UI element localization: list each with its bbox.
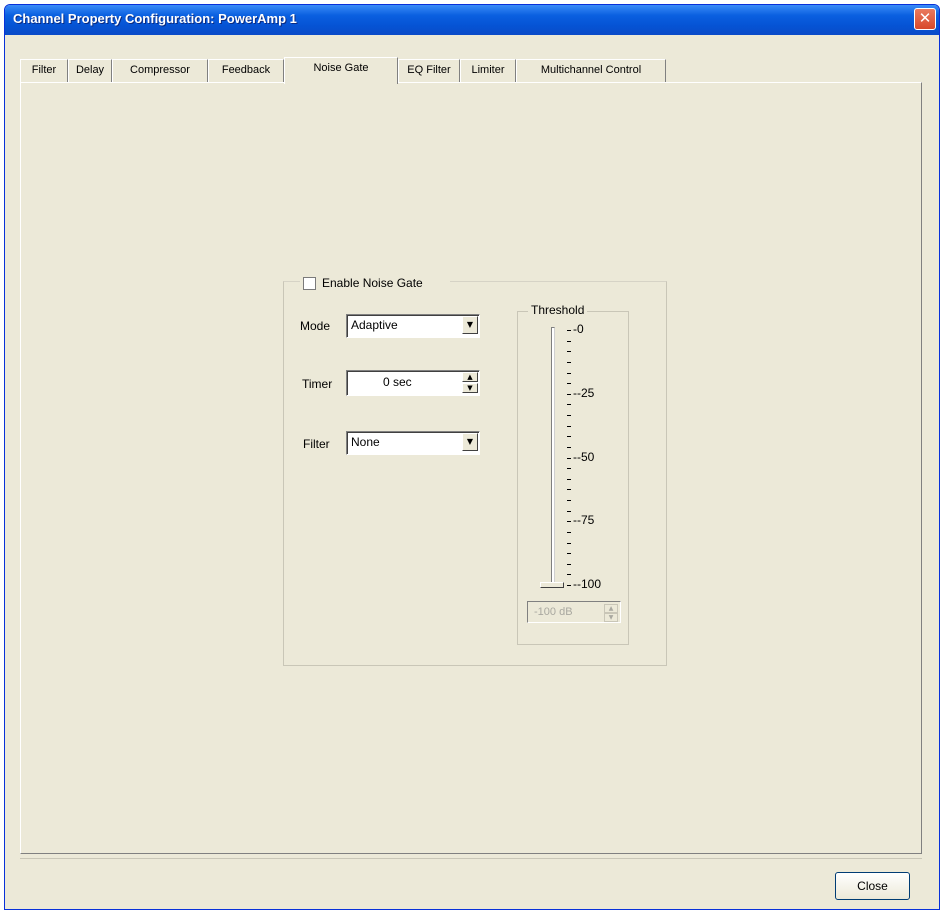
scale-tick	[567, 383, 571, 384]
scale-tick	[567, 404, 571, 405]
threshold-title: Threshold	[528, 303, 588, 317]
tab-label: Feedback	[221, 64, 271, 76]
scale-label: --50	[573, 450, 595, 464]
window-title: Channel Property Configuration: PowerAmp…	[13, 11, 297, 26]
scale-tick	[567, 362, 571, 363]
scale-tick	[567, 458, 571, 459]
title-bar[interactable]: Channel Property Configuration: PowerAmp…	[5, 5, 939, 35]
scale-tick	[567, 415, 571, 416]
dropdown-arrow-icon[interactable]: ▼	[462, 316, 478, 334]
window-close-icon[interactable]: ✕	[914, 8, 936, 30]
tab-delay[interactable]: Delay	[68, 59, 112, 83]
scale-tick	[567, 574, 571, 575]
close-button[interactable]: Close	[835, 872, 910, 900]
timer-label: Timer	[302, 377, 333, 391]
tab-label: Compressor	[130, 64, 190, 76]
threshold-value-field: -100 dB ▲ ▼	[527, 601, 621, 623]
scale-tick	[567, 426, 571, 427]
scale-tick	[567, 521, 571, 522]
scale-label: --100	[573, 577, 602, 591]
mode-dropdown[interactable]: Adaptive ▼	[346, 314, 480, 338]
scale-tick	[567, 564, 571, 565]
tab-label: Delay	[75, 64, 105, 76]
enable-noise-gate-checkbox[interactable]	[303, 277, 316, 290]
tab-eq-filter[interactable]: EQ Filter	[398, 59, 460, 83]
timer-value: 0 sec	[383, 375, 412, 389]
scale-tick	[567, 341, 571, 342]
scale-tick	[567, 447, 571, 448]
scale-tick	[567, 511, 571, 512]
dropdown-arrow-icon[interactable]: ▼	[462, 433, 478, 451]
tab-compressor[interactable]: Compressor	[112, 59, 208, 83]
tab-label: Filter	[31, 64, 57, 76]
spin-up-icon[interactable]: ▲	[462, 372, 478, 382]
spin-up-icon: ▲	[604, 604, 618, 613]
tab-limiter[interactable]: Limiter	[460, 59, 516, 83]
bottom-divider	[20, 858, 922, 859]
scale-tick	[567, 585, 571, 586]
spin-down-icon: ▼	[604, 613, 618, 622]
scale-tick	[567, 553, 571, 554]
tab-multichannel-control[interactable]: Multichannel Control	[516, 59, 666, 83]
tab-feedback[interactable]: Feedback	[208, 59, 284, 83]
scale-tick	[567, 532, 571, 533]
threshold-value: -100 dB	[534, 606, 573, 618]
threshold-slider-thumb[interactable]	[540, 582, 564, 588]
scale-tick	[567, 373, 571, 374]
scale-tick	[567, 489, 571, 490]
tab-label: Limiter	[471, 64, 505, 76]
scale-label: -0	[573, 322, 584, 336]
scale-tick	[567, 394, 571, 395]
tab-noise-gate[interactable]: Noise Gate	[284, 57, 398, 84]
filter-value: None	[351, 435, 380, 449]
filter-dropdown[interactable]: None ▼	[346, 431, 480, 455]
scale-tick	[567, 543, 571, 544]
mode-label: Mode	[300, 319, 331, 333]
scale-tick	[567, 468, 571, 469]
threshold-slider-track[interactable]	[551, 327, 555, 588]
spin-down-icon[interactable]: ▼	[462, 383, 478, 393]
scale-tick	[567, 436, 571, 437]
scale-tick	[567, 351, 571, 352]
tab-filter[interactable]: Filter	[20, 59, 68, 83]
filter-label: Filter	[303, 437, 330, 451]
scale-tick	[567, 479, 571, 480]
tab-label: Multichannel Control	[540, 64, 642, 76]
threshold-group	[517, 311, 629, 645]
mode-value: Adaptive	[351, 318, 398, 332]
scale-tick	[567, 330, 571, 331]
scale-label: --25	[573, 386, 595, 400]
scale-label: --75	[573, 513, 595, 527]
tab-label: EQ Filter	[407, 64, 451, 76]
enable-noise-gate-label: Enable Noise Gate	[322, 276, 423, 290]
tab-label: Noise Gate	[313, 62, 369, 74]
scale-tick	[567, 500, 571, 501]
timer-spinbox[interactable]: 0 sec ▲ ▼	[346, 370, 480, 396]
